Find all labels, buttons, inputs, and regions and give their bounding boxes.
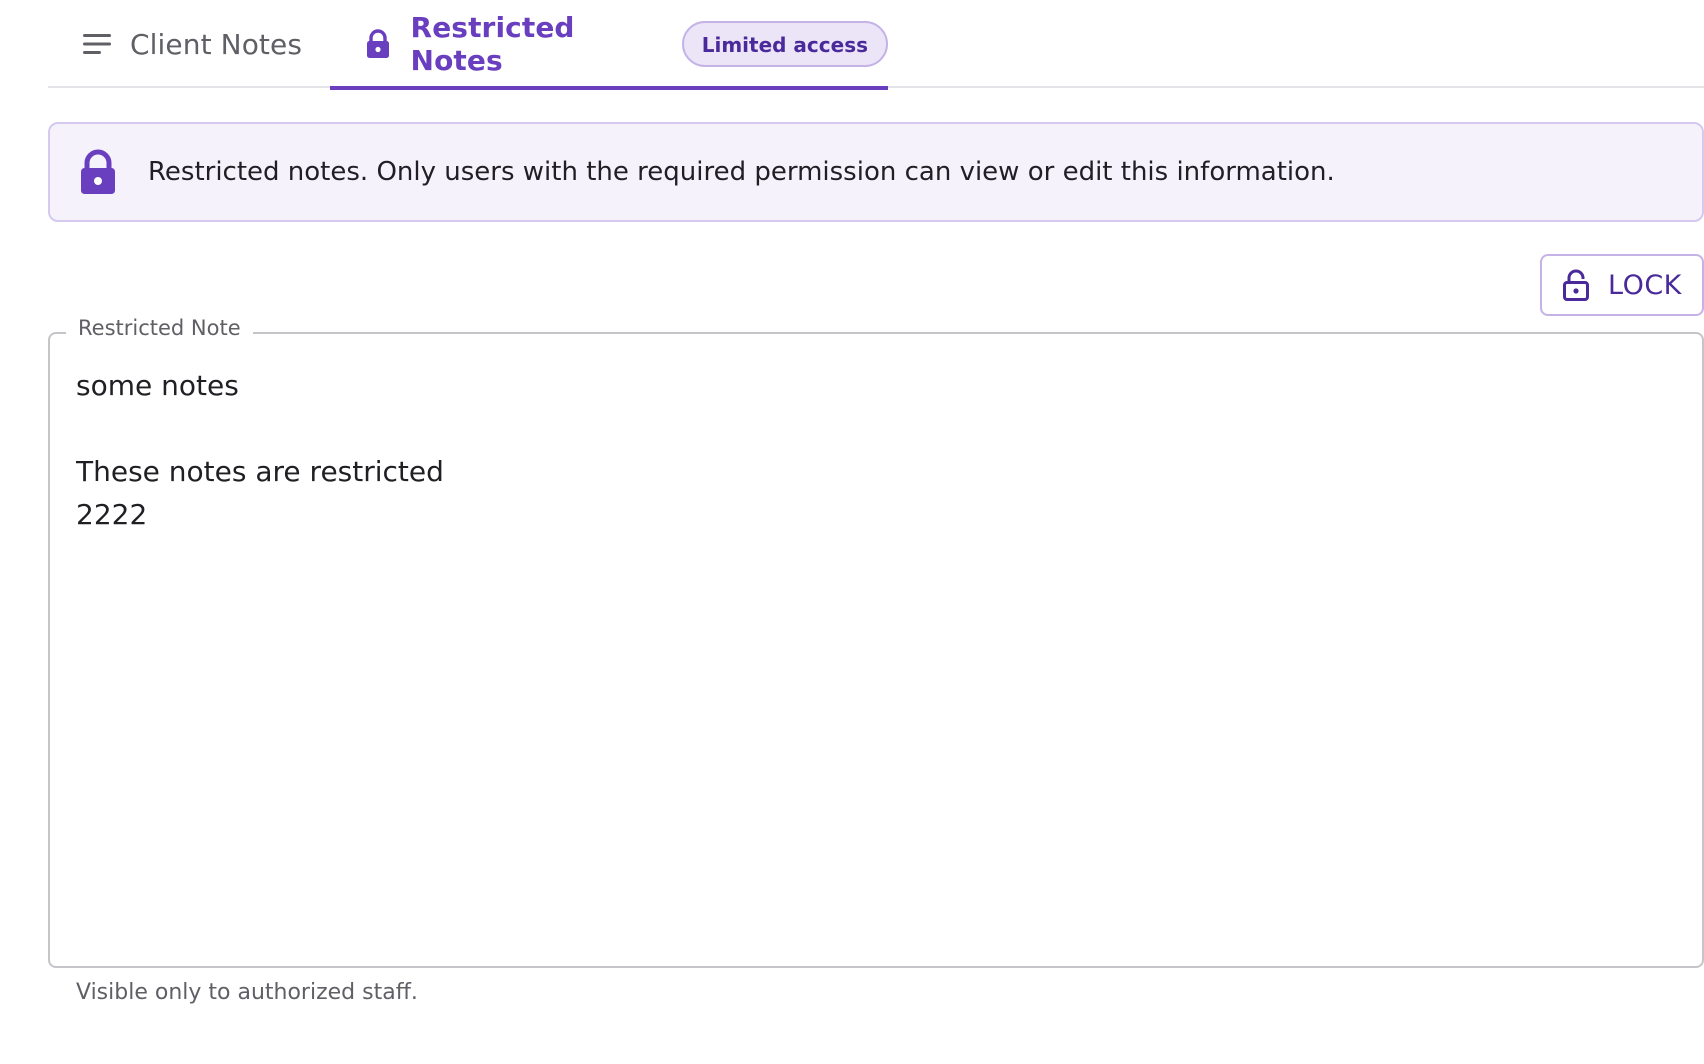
banner-message: Restricted notes. Only users with the re… (148, 157, 1335, 187)
restricted-info-banner: Restricted notes. Only users with the re… (48, 122, 1704, 222)
notes-tabs: Client Notes Restricted Notes Limited ac… (48, 0, 1704, 90)
lock-icon (78, 149, 118, 195)
limited-access-badge: Limited access (681, 21, 888, 67)
restricted-note-label: Restricted Note (66, 316, 253, 340)
menu-lines-icon (82, 29, 112, 59)
lock-button[interactable]: LOCK (1540, 254, 1704, 316)
lock-icon (364, 29, 393, 59)
unlocked-padlock-icon (1562, 269, 1590, 301)
tab-client-notes-label: Client Notes (130, 27, 303, 61)
tab-restricted-notes[interactable]: Restricted Notes Limited access (330, 0, 888, 90)
lock-button-label: LOCK (1608, 269, 1682, 301)
restricted-notes-page: Client Notes Restricted Notes Limited ac… (0, 0, 1704, 1064)
field-helper-text: Visible only to authorized staff. (76, 980, 418, 1005)
tab-restricted-notes-label: Restricted Notes (410, 11, 575, 77)
tab-client-notes[interactable]: Client Notes (82, 0, 302, 88)
restricted-note-field: Restricted Note some notes These notes a… (48, 316, 1704, 968)
restricted-note-textarea[interactable]: some notes These notes are restricted 22… (76, 364, 1676, 946)
